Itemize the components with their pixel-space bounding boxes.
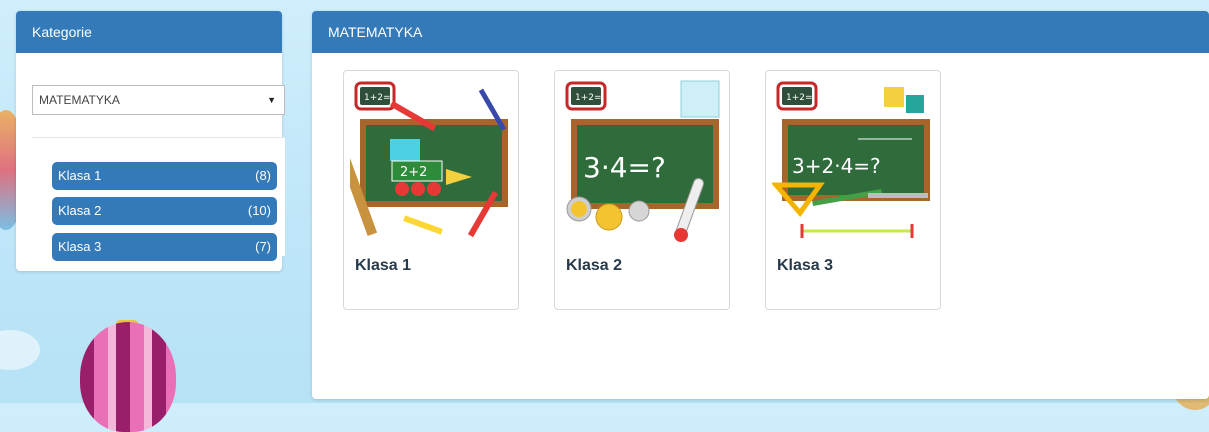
categories-panel: Kategorie MATEMATYKA ▼ Klasa 1 (8) Klasa… (16, 11, 285, 271)
class-item-label: Klasa 1 (58, 168, 102, 183)
board-text: 2+2 (400, 165, 427, 180)
background-cloud (0, 330, 40, 370)
main-panel-title: MATEMATYKA (312, 11, 1209, 53)
class-item-count: (10) (247, 203, 271, 218)
badge-text: 1+2= (364, 93, 391, 103)
class-item-klasa-1[interactable]: Klasa 1 (8) (52, 162, 277, 190)
dropdown-arrow-icon: ▼ (267, 95, 276, 105)
badge-text: 1+2= (575, 93, 602, 103)
class-item-count: (7) (255, 239, 271, 254)
class-item-label: Klasa 2 (58, 203, 102, 218)
course-card-title: Klasa 3 (777, 257, 834, 274)
class-item-label: Klasa 3 (58, 239, 102, 254)
categories-panel-title: Kategorie (16, 11, 282, 53)
badge-text: 1+2= (786, 93, 813, 103)
chalkboard-train-illustration: 1+2= 2+2 (350, 81, 508, 238)
chalkboard-multiplication-illustration: 1+2= 3·4=? (565, 80, 720, 242)
course-card-klasa-2[interactable]: 1+2= 3·4=? Klasa 2 (554, 70, 730, 310)
course-card-title: Klasa 1 (355, 257, 412, 274)
class-list: Klasa 1 (8) Klasa 2 (10) Klasa 3 (7) (32, 137, 285, 261)
board-text: 3+2·4=? (792, 154, 881, 178)
course-card-klasa-1[interactable]: 1+2= 2+2 Klasa 1 (343, 70, 519, 310)
course-card-title: Klasa 2 (566, 257, 623, 274)
class-item-klasa-3[interactable]: Klasa 3 (7) (52, 233, 277, 261)
class-item-count: (8) (255, 168, 271, 183)
category-select[interactable]: MATEMATYKA ▼ (32, 85, 285, 115)
hot-air-balloon-icon (80, 322, 176, 432)
course-card-klasa-3[interactable]: 1+2= 3+2·4=? Klasa 3 (765, 70, 941, 310)
class-item-klasa-2[interactable]: Klasa 2 (10) (52, 197, 277, 225)
main-panel: MATEMATYKA 1+2= 2+2 Klasa 1 1+2= 3·4=? K… (312, 11, 1209, 399)
chalkboard-equation-illustration: 1+2= 3+2·4=? (772, 81, 930, 238)
category-select-value: MATEMATYKA (39, 93, 120, 107)
board-text: 3·4=? (583, 151, 666, 184)
